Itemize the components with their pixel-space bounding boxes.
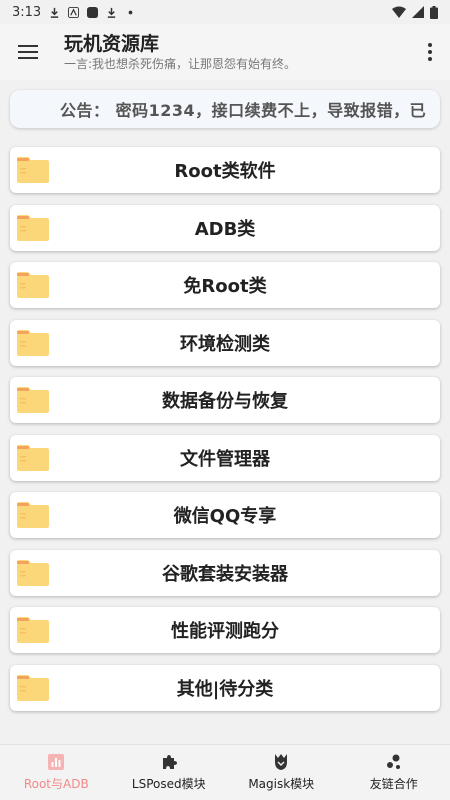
- nav-tab-lsposed[interactable]: LSPosed模块: [113, 745, 226, 800]
- more-options-button[interactable]: [410, 24, 450, 80]
- status-bar: 3:13: [0, 0, 450, 24]
- signal-icon: [412, 6, 424, 18]
- category-label: Root类软件: [174, 161, 276, 182]
- bottom-navigation: Root与ADB LSPosed模块 Magisk模块 友链合作: [0, 744, 450, 800]
- nav-label: 友链合作: [369, 777, 418, 791]
- status-time: 3:13: [12, 4, 42, 20]
- category-item-google-installer[interactable]: 谷歌套装安装器: [10, 549, 440, 596]
- download-icon: [51, 7, 59, 18]
- app-a-icon: [68, 6, 80, 18]
- folder-icon: [17, 387, 49, 413]
- nav-label: Magisk模块: [248, 777, 315, 791]
- nav-label: LSPosed模块: [131, 777, 206, 791]
- folder-icon: [17, 502, 49, 528]
- category-item-backup-restore[interactable]: 数据备份与恢复: [10, 377, 440, 423]
- nav-tab-magisk[interactable]: Magisk模块: [225, 745, 338, 800]
- category-item-no-root[interactable]: 免Root类: [10, 262, 440, 308]
- app-bar: 玩机资源库 一言:我也想杀死伤痛，让那恩怨有始有终。: [0, 24, 450, 80]
- category-label: 其他|待分类: [176, 678, 274, 700]
- folder-icon: [17, 214, 49, 241]
- nav-label: Root与ADB: [23, 777, 89, 791]
- category-label: 性能评测跑分: [171, 621, 279, 642]
- category-list: Root类软件 ADB类 免Root类 环境检测类 数据备份与恢复 文件管理器 …: [10, 147, 440, 722]
- download-icon: [108, 7, 116, 18]
- menu-button[interactable]: [0, 24, 56, 80]
- announcement-text: 公告： 密码1234，接口续费不上，导致报错，已: [60, 101, 427, 120]
- notification-dot-icon: [128, 10, 133, 14]
- folder-icon: [17, 157, 49, 183]
- category-item-wechat-qq[interactable]: 微信QQ专享: [10, 492, 440, 538]
- category-item-other[interactable]: 其他|待分类: [10, 664, 440, 711]
- folder-icon: [17, 559, 49, 586]
- category-item-benchmark[interactable]: 性能评测跑分: [10, 607, 440, 653]
- folder-icon: [17, 272, 49, 298]
- hamburger-menu-icon: [18, 45, 38, 59]
- category-label: 文件管理器: [180, 448, 270, 470]
- title-block: 玩机资源库 一言:我也想杀死伤痛，让那恩怨有始有终。: [56, 32, 410, 72]
- magisk-icon: [275, 754, 288, 770]
- category-label: 数据备份与恢复: [162, 391, 288, 412]
- dots-icon: [386, 754, 400, 769]
- app-square-icon: [87, 6, 99, 18]
- folder-icon: [17, 674, 49, 701]
- category-label: 谷歌套装安装器: [162, 563, 288, 585]
- announcement-banner: 公告： 密码1234，接口续费不上，导致报错，已: [10, 90, 440, 128]
- page-subtitle: 一言:我也想杀死伤痛，让那恩怨有始有终。: [64, 57, 297, 71]
- nav-tab-friend-links[interactable]: 友链合作: [338, 745, 450, 800]
- category-item-root-software[interactable]: Root类软件: [10, 147, 440, 193]
- category-item-env-check[interactable]: 环境检测类: [10, 319, 440, 366]
- folder-icon: [17, 444, 49, 471]
- category-item-adb[interactable]: ADB类: [10, 204, 440, 251]
- category-label: ADB类: [194, 218, 256, 240]
- category-label: 免Root类: [183, 276, 267, 297]
- folder-icon: [17, 617, 49, 643]
- category-label: 环境检测类: [180, 333, 270, 355]
- page-title: 玩机资源库: [64, 33, 160, 55]
- more-vert-icon: [428, 43, 432, 61]
- category-item-file-manager[interactable]: 文件管理器: [10, 434, 440, 481]
- puzzle-icon: [162, 755, 177, 769]
- category-label: 微信QQ专享: [173, 506, 277, 527]
- chart-icon: [48, 754, 65, 770]
- wifi-icon: [392, 6, 406, 18]
- nav-tab-root-adb[interactable]: Root与ADB: [0, 745, 113, 800]
- battery-icon: [430, 5, 438, 19]
- folder-icon: [17, 329, 49, 356]
